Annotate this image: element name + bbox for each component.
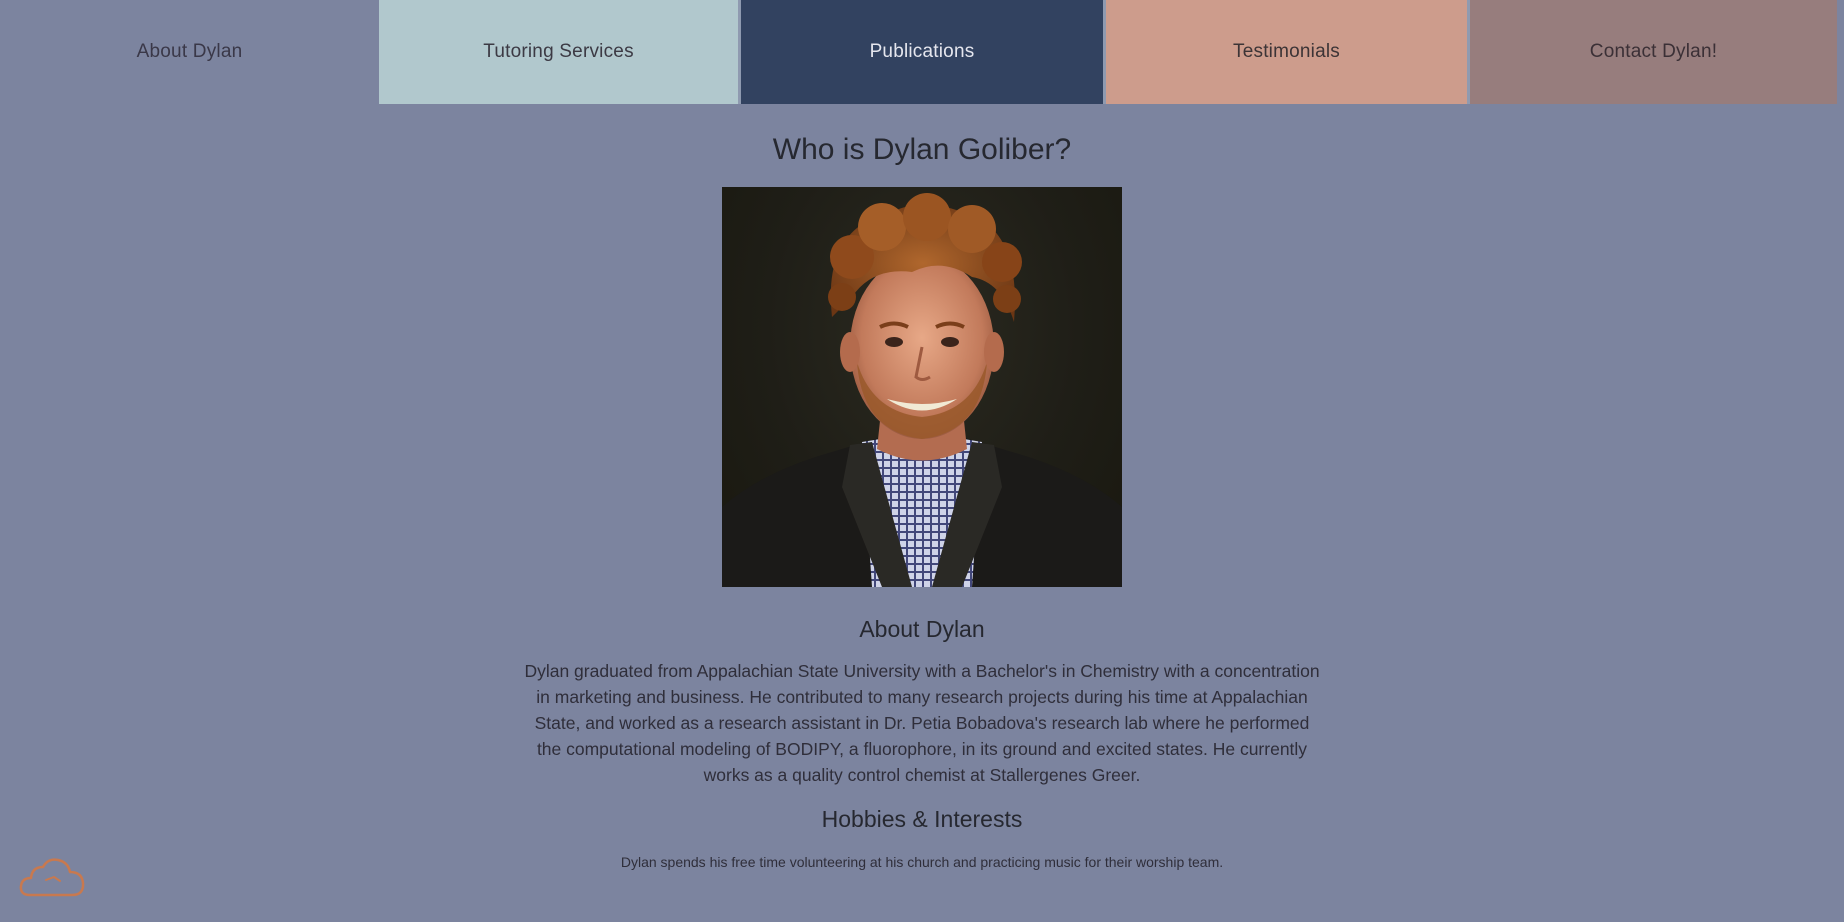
about-paragraph: Dylan graduated from Appalachian State U…: [524, 661, 1320, 785]
nav-about-dylan[interactable]: About Dylan: [0, 0, 379, 104]
cloud-icon-graphic: [19, 858, 85, 897]
cloud-icon[interactable]: [18, 855, 86, 901]
about-heading: About Dylan: [859, 616, 985, 642]
main-content: Who is Dylan Goliber? About Dylan Dylan …: [0, 104, 1844, 872]
top-navigation: About Dylan Tutoring Services Publicatio…: [0, 0, 1844, 104]
nav-publications[interactable]: Publications: [741, 0, 1106, 104]
nav-spacer: [1837, 0, 1844, 104]
nav-tutoring-services[interactable]: Tutoring Services: [379, 0, 741, 104]
portrait-photo: [722, 187, 1122, 587]
nav-testimonials[interactable]: Testimonials: [1106, 0, 1470, 104]
hobbies-heading: Hobbies & Interests: [821, 806, 1023, 832]
portrait-illustration: [722, 193, 1122, 587]
page-title: Who is Dylan Goliber?: [772, 133, 1072, 166]
hobbies-paragraph: Dylan spends his free time volunteering …: [620, 854, 1224, 870]
nav-contact-dylan[interactable]: Contact Dylan!: [1470, 0, 1837, 104]
